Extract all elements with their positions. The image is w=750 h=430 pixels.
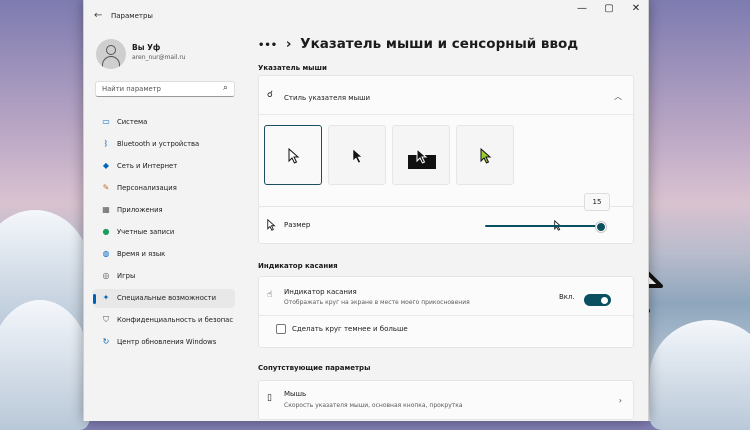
desktop-snow-right [650, 320, 750, 430]
sidebar-item-system[interactable]: ▭ Система [93, 113, 235, 132]
custom-color-cursor-icon [480, 148, 492, 164]
sidebar-item-network[interactable]: ◆ Сеть и Интернет [93, 157, 235, 176]
breadcrumb-more-button[interactable]: ••• [258, 40, 277, 51]
sidebar-item-label: Специальные возможности [117, 294, 216, 302]
window-title: Параметры [111, 12, 153, 20]
search-icon: ⌕ [222, 83, 228, 93]
globe-icon: ◍ [102, 249, 110, 258]
breadcrumb-separator: › [285, 36, 292, 52]
sidebar-item-windows-update[interactable]: ↻ Центр обновления Windows [93, 333, 235, 352]
sidebar-item-bluetooth[interactable]: ᛒ Bluetooth и устройства [93, 135, 235, 154]
chevron-right-icon: › [618, 396, 622, 405]
content-area: ••• › Указатель мыши и сенсорный ввод Ук… [244, 30, 648, 421]
sidebar-item-label: Сеть и Интернет [117, 162, 178, 170]
sidebar-item-label: Персонализация [117, 184, 177, 192]
sidebar-item-privacy[interactable]: ⛉ Конфиденциальность и безопас [93, 311, 235, 330]
touch-indicator-toggle[interactable] [584, 294, 611, 306]
mouse-sublabel: Скорость указателя мыши, основная кнопка… [284, 402, 463, 409]
sidebar-item-label: Время и язык [117, 250, 166, 258]
sidebar-item-label: Конфиденциальность и безопас [117, 316, 234, 324]
pointer-style-inverted-tile[interactable] [392, 125, 450, 185]
touch-indicator-sublabel: Отображать круг на экране в месте моего … [284, 299, 470, 306]
settings-window: ← Параметры — ▢ ✕ Вы Уф aren_nur@mail.ru… [83, 0, 649, 421]
user-name: Вы Уф [132, 43, 161, 52]
pointer-style-custom-tile[interactable] [456, 125, 514, 185]
sidebar-item-accessibility[interactable]: ✦ Специальные возможности [93, 289, 235, 308]
minimize-button[interactable]: — [568, 3, 596, 17]
bluetooth-icon: ᛒ [103, 139, 109, 148]
pointer-style-black-tile[interactable] [328, 125, 386, 185]
maximize-button[interactable]: ▢ [595, 3, 623, 17]
apps-icon: ▦ [102, 205, 110, 214]
size-slider-thumb[interactable] [596, 222, 606, 232]
sidebar-item-personalization[interactable]: ✎ Персонализация [93, 179, 235, 198]
mouse-icon: ▯ [267, 393, 272, 403]
white-cursor-icon [288, 148, 300, 164]
title-bar: ← Параметры — ▢ ✕ [84, 0, 648, 30]
black-cursor-icon [352, 148, 363, 164]
pointer-style-label: Стиль указателя мыши [284, 94, 371, 102]
inverted-cursor-icon [416, 148, 428, 164]
sidebar-item-label: Система [117, 118, 148, 126]
section-touch: Индикатор касания [258, 262, 338, 270]
cursor-size-icon [267, 219, 276, 231]
sidebar-item-apps[interactable]: ▦ Приложения [93, 201, 235, 220]
pointer-style-white-tile[interactable] [264, 125, 322, 185]
breadcrumb: ••• › Указатель мыши и сенсорный ввод [258, 36, 578, 52]
touch-indicator-label: Индикатор касания [284, 288, 357, 296]
pointer-style-header[interactable]: ☌ Стиль указателя мыши ︿ [259, 76, 633, 115]
size-label: Размер [284, 221, 311, 229]
chevron-up-icon[interactable]: ︿ [614, 91, 622, 102]
sidebar: Вы Уф aren_nur@mail.ru Найти параметр ⌕ … [84, 30, 244, 421]
person-icon: ● [102, 227, 110, 236]
sidebar-item-label: Приложения [117, 206, 163, 214]
sidebar-item-accounts[interactable]: ● Учетные записи [93, 223, 235, 242]
avatar-body-icon [102, 56, 120, 69]
touch-hand-icon: ☝ [267, 290, 273, 300]
update-icon: ↻ [102, 337, 110, 346]
size-value-tooltip: 15 [584, 193, 610, 211]
avatar-head-icon [106, 45, 116, 55]
sidebar-item-label: Учетные записи [117, 228, 175, 236]
touch-indicator-row: ☝ Индикатор касания Отображать круг на э… [259, 277, 633, 316]
section-related: Сопутствующие параметры [258, 364, 371, 372]
toggle-state-text: Вкл. [559, 293, 575, 301]
active-indicator [93, 294, 96, 304]
avatar[interactable] [96, 39, 126, 69]
sidebar-item-time-language[interactable]: ◍ Время и язык [93, 245, 235, 264]
wifi-icon: ◆ [102, 161, 110, 170]
search-input[interactable]: Найти параметр ⌕ [95, 81, 235, 97]
section-pointer: Указатель мыши [258, 64, 327, 72]
search-placeholder: Найти параметр [102, 85, 161, 93]
monitor-icon: ▭ [102, 117, 110, 126]
toggle-knob [601, 296, 608, 304]
size-slider-track [485, 225, 601, 227]
mouse-settings-card[interactable]: ▯ Мышь Скорость указателя мыши, основная… [258, 380, 634, 420]
close-button[interactable]: ✕ [622, 3, 650, 17]
sidebar-item-label: Игры [117, 272, 136, 280]
shield-icon: ⛉ [103, 315, 109, 324]
user-email: aren_nur@mail.ru [132, 54, 186, 61]
accessibility-icon: ✦ [102, 293, 110, 302]
sidebar-item-label: Bluetooth и устройства [117, 140, 200, 148]
back-arrow-icon[interactable]: ← [94, 10, 102, 21]
page-title: Указатель мыши и сенсорный ввод [300, 36, 579, 52]
brush-icon: ✎ [102, 183, 110, 192]
sidebar-item-gaming[interactable]: ◎ Игры [93, 267, 235, 286]
gamepad-icon: ◎ [102, 271, 110, 280]
mouse-label: Мышь [284, 390, 307, 398]
darker-circle-checkbox[interactable] [276, 324, 286, 334]
darker-circle-label: Сделать круг темнее и больше [292, 325, 408, 333]
touch-indicator-card: ☝ Индикатор касания Отображать круг на э… [258, 276, 634, 348]
pointer-style-icon: ☌ [267, 90, 274, 100]
sidebar-item-label: Центр обновления Windows [117, 338, 217, 346]
